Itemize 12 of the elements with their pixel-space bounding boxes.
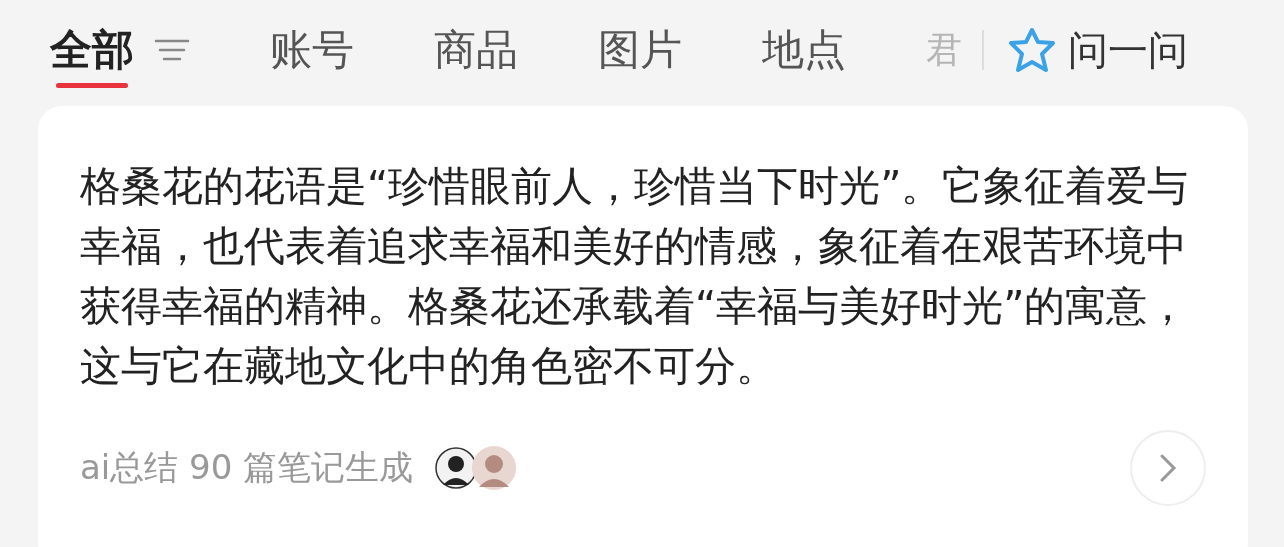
tab[interactable]: 账号: [270, 10, 354, 90]
tab[interactable]: 地点: [762, 10, 846, 90]
tab[interactable]: 全部: [50, 10, 134, 90]
tab[interactable]: 图片: [598, 10, 682, 90]
chevron-icon: [1158, 453, 1178, 483]
ask-button[interactable]: 问一问: [1008, 22, 1188, 78]
avatar-icon: [471, 445, 518, 491]
tab[interactable]: 商品: [434, 10, 518, 90]
source-text: ai总结 90 篇笔记生成: [80, 446, 414, 489]
answer-text: 格桑花的花语是“珍惜眼前人，珍惜当下时光”。它象征着爱与幸福，也代表着追求幸福和美好的情感，象征着在艰苦环境中获得幸福的精神。格桑花还承载着“幸福与美好时光”的寓意，这与它在藏地文化中的角色密不可分。: [80, 161, 1190, 392]
filter-icon[interactable]: [154, 38, 190, 62]
star-icon: [1008, 27, 1056, 73]
